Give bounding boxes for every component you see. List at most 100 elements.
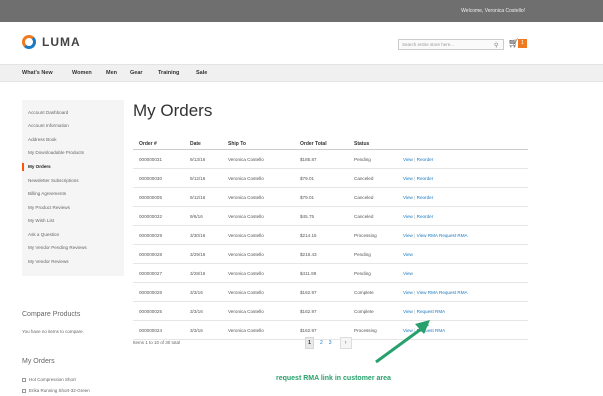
date-cell: 3/3/16 [190,309,203,314]
table-row: 000000031 9/13/16 Veronica Costello $185.87… [133,151,528,169]
nav-whats-new[interactable]: What's New [22,70,53,76]
action-link[interactable]: View [403,176,413,181]
actions-cell: View | Reorder [403,176,433,181]
action-link[interactable]: View RMA Request RMA [417,233,468,238]
header: LUMA Search entire store here... ⚲ 🛒︎ 1 [0,22,603,64]
ship-to-cell: Veronica Costello [228,309,264,314]
sidebar-item-ask-question[interactable]: Ask a Question [28,232,59,237]
compare-products-title: Compare Products [22,311,81,318]
action-link[interactable]: Reorder [417,214,434,219]
sidebar-item-my-orders[interactable]: My Orders [28,164,51,169]
sidebar-item-vendor-reviews[interactable]: My Vendor Reviews [28,259,69,264]
page-link[interactable]: 3 [329,340,332,346]
order-number-cell: 000000028 [139,252,162,257]
page-title: My Orders [133,101,213,120]
table-row: 000000030 9/12/16 Veronica Costello $79.01 C… [133,170,528,188]
status-cell: Canceled [354,214,374,219]
status-cell: Complete [354,309,374,314]
action-link[interactable]: View [403,214,413,219]
sidebar-item-wish-list[interactable]: My Wish List [28,218,54,223]
my-orders-block-item[interactable]: Hot Compression Short [22,377,76,382]
sidebar-item-product-reviews[interactable]: My Product Reviews [28,205,70,210]
nav-men[interactable]: Men [106,70,117,76]
column-header-date: Date [190,141,201,147]
order-number-cell: 000000032 [139,214,162,219]
table-row: 000000026 3/3/16 Veronica Costello $162.97 C… [133,284,528,302]
action-link[interactable]: Reorder [417,176,434,181]
order-total-cell: $162.97 [300,290,317,295]
item-checkbox[interactable] [22,388,26,393]
order-number-cell: 000000030 [139,176,162,181]
status-cell: Canceled [354,195,374,200]
my-orders-block-item[interactable]: Erika Running Short-32-Green [22,388,90,393]
search-icon[interactable]: ⚲ [494,42,498,49]
sidebar-item-account-information[interactable]: Account Information [28,123,69,128]
action-link[interactable]: View [403,309,413,314]
order-total-cell: $45.75 [300,214,315,219]
status-cell: Pending [354,157,371,162]
date-cell: 9/13/16 [190,157,206,162]
order-number-cell: 000000027 [139,271,162,276]
page-link[interactable]: 2 [320,340,323,346]
nav-women[interactable]: Women [72,70,92,76]
ship-to-cell: Veronica Costello [228,157,264,162]
ship-to-cell: Veronica Costello [228,233,264,238]
column-header-order-total: Order Total [300,141,327,147]
table-row: 000000028 3/29/16 Veronica Costello $218.43… [133,246,528,264]
action-link[interactable]: View [403,290,413,295]
top-bar: Welcome, Veronica Costello! [0,0,603,22]
annotation-label: request RMA link in customer area [276,375,391,382]
action-link[interactable]: View [403,157,413,162]
sidebar-item-account-dashboard[interactable]: Account Dashboard [28,110,68,115]
table-row: 000000032 9/6/16 Veronica Costello $45.75 Ca… [133,208,528,226]
orders-table-header: Order # Date Ship To Order Total Status [133,140,528,150]
ship-to-cell: Veronica Costello [228,195,264,200]
sidebar-item-newsletter[interactable]: Newsletter Subscriptions [28,178,79,183]
action-link[interactable]: View [403,271,413,276]
sidebar-item-billing-agreements[interactable]: Billing Agreements [28,191,66,196]
column-header-order: Order # [139,141,157,147]
my-orders-item-label: Hot Compression Short [29,377,76,382]
date-cell: 3/28/16 [190,271,206,276]
search-input[interactable]: Search entire store here... [398,39,504,50]
date-cell: 9/12/16 [190,195,206,200]
action-link[interactable]: Request RMA [417,309,446,314]
order-total-cell: $214.15 [300,233,317,238]
ship-to-cell: Veronica Costello [228,252,264,257]
ship-to-cell: Veronica Costello [228,271,264,276]
actions-cell: View [403,271,413,276]
actions-cell: View | Reorder [403,214,433,219]
action-link[interactable]: Reorder [417,157,434,162]
action-link[interactable]: View [403,195,413,200]
nav-gear[interactable]: Gear [130,70,143,76]
item-checkbox[interactable] [22,377,26,382]
sidebar-item-vendor-pending-reviews[interactable]: My Vendor Pending Reviews [28,245,87,250]
action-link[interactable]: View [403,233,413,238]
action-link[interactable]: View RMA Request RMA [417,290,468,295]
date-cell: 3/30/16 [190,233,206,238]
date-cell: 3/29/16 [190,252,206,257]
sidebar-item-downloadable-products[interactable]: My Downloadable Products [28,150,84,155]
order-total-cell: $79.01 [300,195,315,200]
order-total-cell: $185.87 [300,157,317,162]
order-total-cell: $411.99 [300,271,317,276]
date-cell: 9/12/16 [190,176,206,181]
next-page-button[interactable]: › [339,336,352,349]
action-link[interactable]: Reorder [417,195,434,200]
nav-training[interactable]: Training [158,70,179,76]
action-link[interactable]: View [403,252,413,257]
order-total-cell: $79.01 [300,176,315,181]
order-number-cell: 000000005 [139,195,162,200]
order-total-cell: $162.97 [300,309,317,314]
logo[interactable]: LUMA [22,35,81,49]
cart-count-badge[interactable]: 1 [518,39,527,48]
table-row: 000000025 3/3/16 Veronica Costello $162.97 C… [133,303,528,321]
page-current: 1 [305,336,314,349]
sidebar-item-address-book[interactable]: Address Book [28,137,57,142]
my-orders-item-label: Erika Running Short-32-Green [29,388,90,393]
order-total-cell: $162.97 [300,328,317,333]
actions-cell: View | Request RMA [403,309,445,314]
nav-sale[interactable]: Sale [196,70,207,76]
table-row: 000000029 3/30/16 Veronica Costello $214.15… [133,227,528,245]
my-orders-block-title: My Orders [22,358,55,365]
